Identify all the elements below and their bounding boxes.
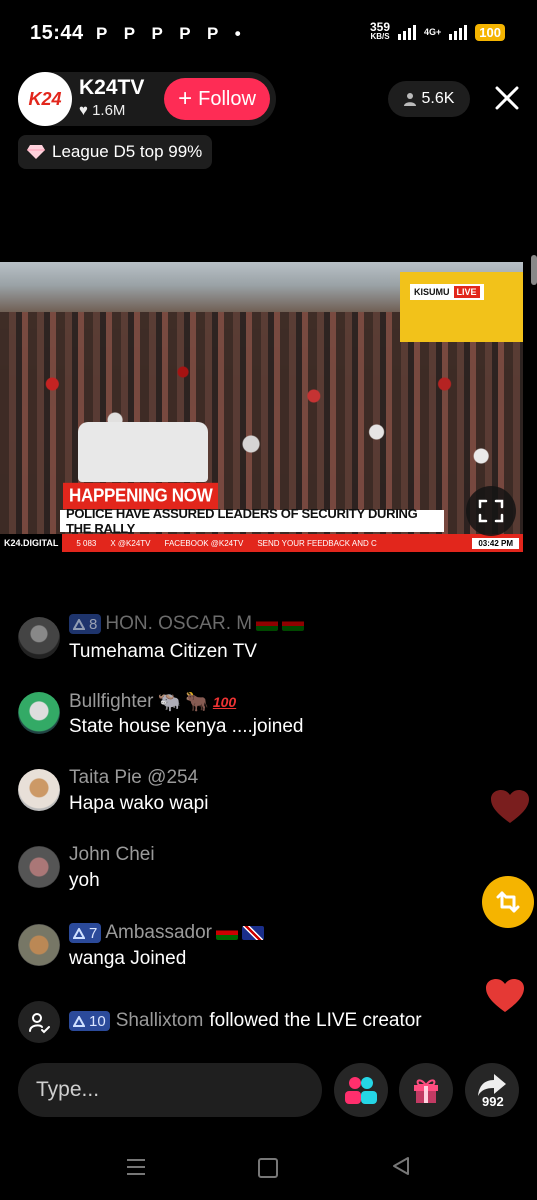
triangle-icon — [73, 1015, 85, 1027]
ox-icon: 🐂 — [185, 692, 209, 713]
flag-icon — [216, 926, 239, 940]
recent-apps-icon[interactable] — [126, 1158, 146, 1176]
system-username[interactable]: Shallixtom — [116, 1010, 204, 1032]
avatar[interactable] — [18, 769, 60, 811]
flag-icon — [256, 617, 279, 631]
ticker-item: SEND YOUR FEEDBACK AND C — [257, 538, 377, 548]
notification-icons: P P P P P • — [96, 24, 247, 43]
league-badge[interactable]: League D5 top 99% — [18, 135, 213, 169]
system-text: followed the LIVE creator — [209, 1010, 422, 1031]
comment-item[interactable]: Taita Pie @254 Hapa wako wapi — [18, 767, 458, 817]
gift-icon — [414, 1079, 438, 1103]
host-likes: ♥ 1.6M — [79, 102, 126, 119]
ticker-item: FACEBOOK @K24TV — [164, 538, 244, 548]
heart-icon — [491, 790, 529, 823]
live-video[interactable]: KISUMU LIVE HAPPENING NOW POLICE HAVE AS… — [0, 262, 523, 552]
avatar[interactable] — [18, 617, 60, 659]
network-type: 4G+ — [424, 27, 442, 37]
comment-item[interactable]: 7 Ambassador wanga Joined — [18, 922, 458, 972]
comment-username[interactable]: 8 HON. OSCAR. M — [69, 613, 305, 635]
person-icon — [403, 93, 416, 106]
fullscreen-icon — [478, 499, 504, 523]
home-icon[interactable] — [258, 1158, 278, 1178]
comment-text: Hapa wako wapi — [69, 793, 209, 814]
triangle-icon — [73, 618, 85, 630]
back-icon[interactable] — [392, 1156, 410, 1176]
battery-indicator: 100 — [475, 23, 505, 41]
net-speed: 359 KB/S — [370, 20, 391, 41]
building — [400, 272, 523, 342]
comment-text: Tumehama Citizen TV — [69, 641, 257, 662]
person-check-icon — [29, 1013, 50, 1034]
comment-input[interactable] — [18, 1063, 322, 1117]
gift-button[interactable] — [399, 1063, 453, 1117]
heart-icon: ♥ — [79, 102, 88, 119]
plus-icon: + — [178, 85, 193, 112]
comment-username[interactable]: 7 Ambassador — [69, 922, 265, 944]
repost-icon — [496, 891, 520, 913]
triangle-icon — [73, 927, 85, 939]
avatar[interactable] — [18, 846, 60, 888]
comment-username[interactable]: Taita Pie @254 — [69, 767, 198, 789]
comment-item[interactable]: John Chei yoh — [18, 844, 458, 894]
follow-notification-icon — [18, 1001, 60, 1043]
multi-guest-button[interactable] — [334, 1063, 388, 1117]
news-headline: POLICE HAVE ASSURED LEADERS OF SECURITY … — [60, 506, 444, 536]
level-badge: 7 — [69, 923, 102, 943]
level-badge: 10 — [69, 1011, 110, 1031]
level-badge: 8 — [69, 614, 102, 634]
system-message: 10 Shallixtom followed the LIVE creator — [69, 1010, 422, 1032]
flag-icon — [242, 926, 265, 940]
diamond-icon — [27, 145, 45, 159]
close-icon[interactable] — [494, 84, 520, 112]
avatar[interactable] — [18, 924, 60, 966]
comment-item[interactable]: 8 HON. OSCAR. M Tumehama Citizen TV — [18, 613, 458, 665]
status-time: 15:44 — [30, 22, 84, 44]
comment-username[interactable]: Bullfighter 🐃 🐂 100 — [69, 690, 236, 714]
comment-text: yoh — [69, 870, 100, 891]
location-tag: KISUMU LIVE — [410, 284, 484, 300]
ticker-item: X @K24TV — [110, 538, 151, 548]
follow-button[interactable]: + Follow — [164, 78, 270, 120]
flag-icon — [282, 617, 305, 631]
hundred-icon: 100 — [212, 694, 237, 710]
signal-icon-2 — [449, 24, 468, 40]
people-icon — [345, 1077, 377, 1104]
comment-text: State house kenya ....joined — [69, 716, 304, 737]
avatar[interactable] — [18, 692, 60, 734]
buffalo-icon: 🐃 — [157, 692, 182, 713]
viewer-count[interactable]: 5.6K — [388, 81, 470, 117]
comment-username[interactable]: John Chei — [69, 844, 155, 866]
repost-button[interactable] — [482, 876, 534, 928]
fullscreen-button[interactable] — [466, 486, 516, 536]
car — [78, 422, 208, 482]
scroll-indicator[interactable] — [531, 255, 537, 285]
status-indicators: 359 KB/S 4G+ 100 — [370, 20, 505, 42]
comment-item[interactable]: Bullfighter 🐃 🐂 100 State house kenya ..… — [18, 690, 458, 740]
comment-text: wanga Joined — [69, 948, 187, 969]
heart-icon — [486, 979, 524, 1012]
ticker-clock: 03:42 PM — [472, 537, 519, 549]
share-count: 992 — [482, 1094, 504, 1109]
ticker-item: 5 083 — [76, 538, 97, 548]
host-avatar[interactable]: K24 — [18, 72, 72, 126]
signal-icon — [398, 24, 417, 40]
ticker-brand: K24.DIGITAL — [0, 534, 63, 552]
host-name[interactable]: K24TV — [79, 76, 144, 100]
news-ticker: K24.DIGITAL 5 083 X @K24TV FACEBOOK @K24… — [0, 534, 523, 552]
